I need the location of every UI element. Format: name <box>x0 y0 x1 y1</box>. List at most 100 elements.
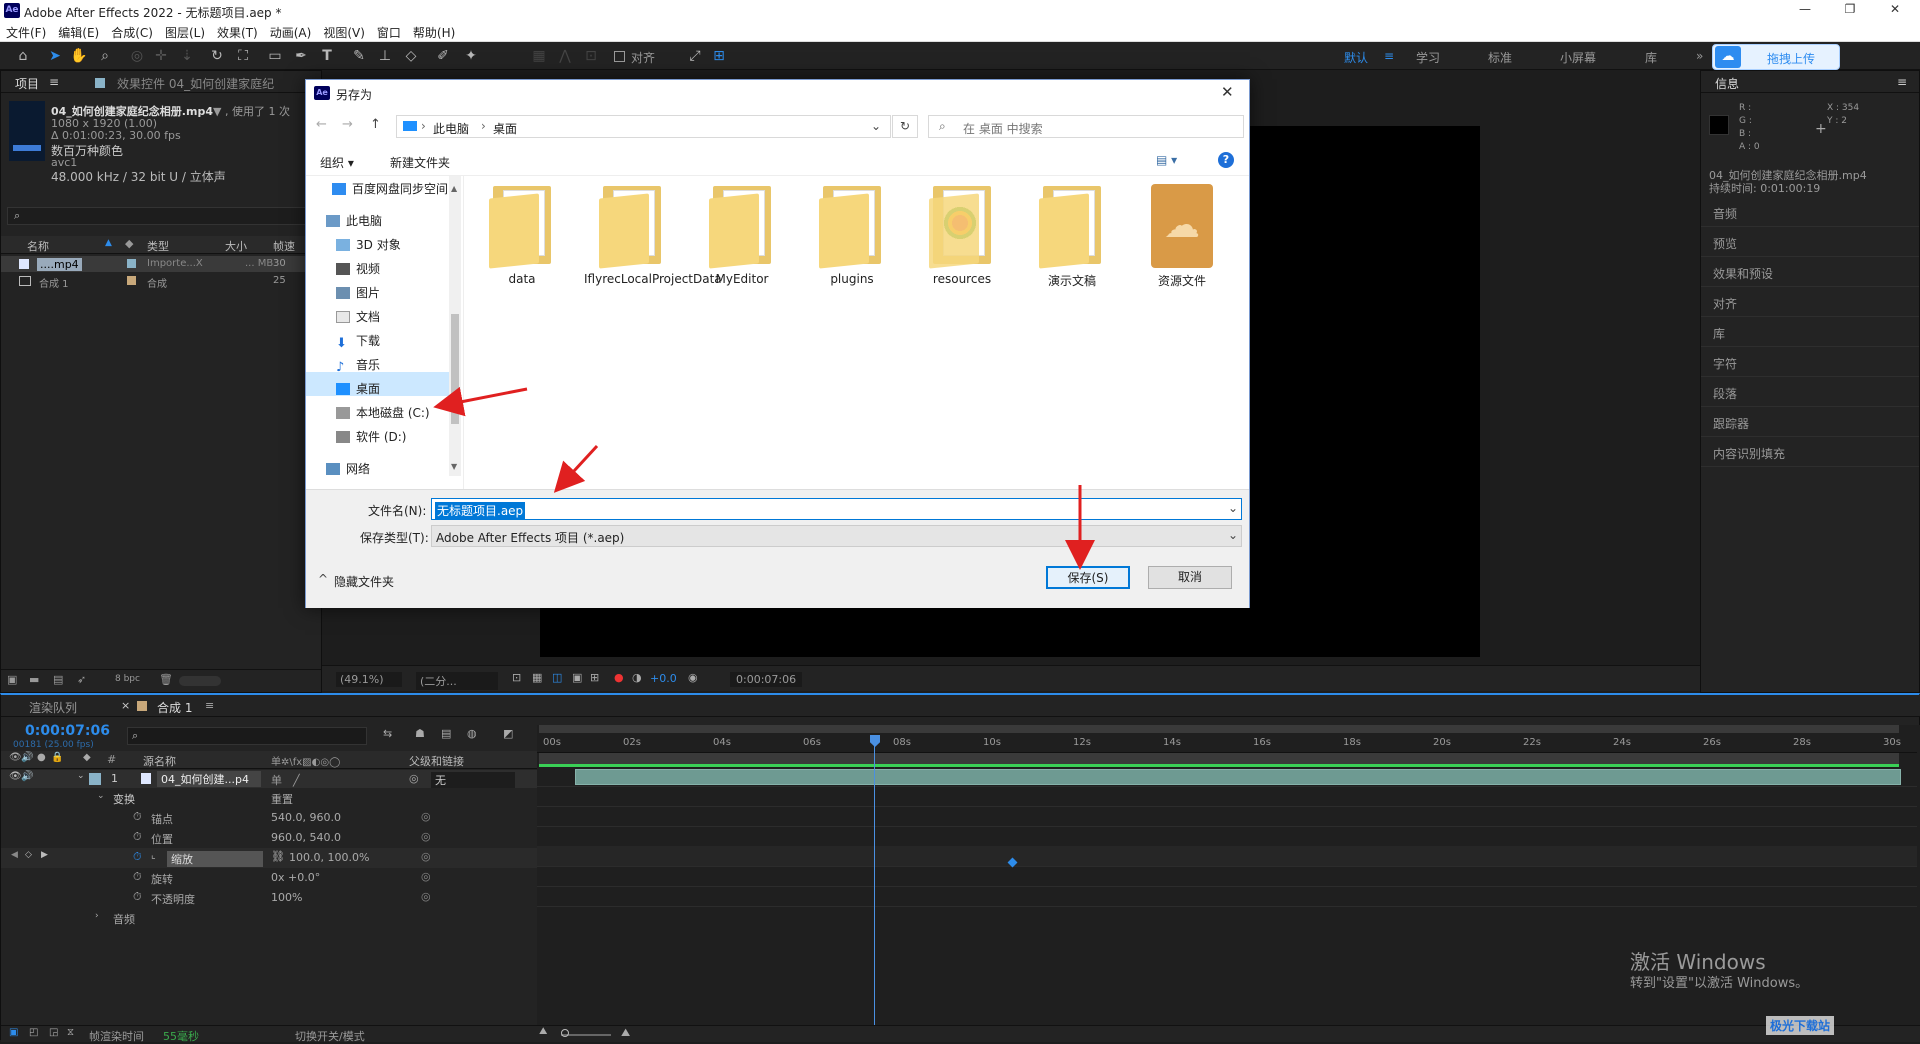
next-keyframe-icon[interactable]: ▶ <box>41 850 48 860</box>
col-name[interactable]: 名称 <box>27 238 49 254</box>
back-icon[interactable]: ← <box>316 117 327 132</box>
motion-blur-icon[interactable]: ◍ <box>467 727 477 740</box>
col-size[interactable]: 大小 <box>225 238 247 254</box>
address-bar[interactable]: › 此电脑 › 桌面 ⌄ <box>396 115 891 138</box>
eraser-icon[interactable]: ◇ <box>402 47 420 65</box>
panel-menu-icon[interactable]: ≡ <box>1897 75 1907 89</box>
view-options-icon[interactable]: ▤ ▾ <box>1156 153 1177 167</box>
panel-preview[interactable]: 预览 <box>1701 227 1919 257</box>
panel-menu-icon[interactable]: ≡ <box>49 75 59 89</box>
nav-videos[interactable]: 视频 <box>336 256 484 280</box>
menu-help[interactable]: 帮助(H) <box>407 22 461 43</box>
workspace-small-screen[interactable]: 小屏幕 <box>1560 49 1596 66</box>
property-value[interactable]: 0x +0.0° <box>271 871 320 884</box>
scroll-thumb[interactable] <box>451 314 459 424</box>
nav-desktop[interactable]: 桌面 <box>336 376 484 400</box>
menu-layer[interactable]: 图层(L) <box>159 22 211 43</box>
clone-stamp-icon[interactable]: ⊥ <box>376 47 394 65</box>
twirl-open-icon[interactable]: ⌄ <box>77 771 85 781</box>
home-icon[interactable]: ⌂ <box>14 47 32 65</box>
audio-icon[interactable]: 🔊 <box>21 771 33 782</box>
layer-switches[interactable]: 单 ╱ <box>271 772 300 788</box>
exposure-reset-icon[interactable]: ◑ <box>632 671 642 684</box>
add-keyframe-icon[interactable]: ◇ <box>25 850 32 860</box>
axis-local-icon[interactable]: ▦ <box>530 47 548 65</box>
zoom-select[interactable]: (49.1%) <box>336 672 402 687</box>
workspace-standard[interactable]: 标准 <box>1488 49 1512 66</box>
menu-view[interactable]: 视图(V) <box>317 22 371 43</box>
constrain-proportions-icon[interactable]: ⛓ <box>271 850 285 863</box>
up-icon[interactable]: ↑ <box>370 117 381 132</box>
panel-content-aware-fill[interactable]: 内容识别填充 <box>1701 437 1919 467</box>
render-icon[interactable]: ➶ <box>77 673 86 686</box>
transfer-controls-icon[interactable]: ◰ <box>29 1027 38 1038</box>
chevron-down-icon[interactable]: ⌄ <box>871 119 881 133</box>
menu-file[interactable]: 文件(F) <box>0 22 52 43</box>
folder-item[interactable]: 演示文稿 <box>1024 180 1120 289</box>
solo-icon[interactable]: ● <box>37 752 46 763</box>
chevron-up-icon[interactable]: ^ <box>318 572 328 586</box>
menu-edit[interactable]: 编辑(E) <box>52 22 105 43</box>
pan-tool-icon[interactable]: ✛ <box>152 47 170 65</box>
label-icon[interactable]: ◆ <box>83 752 91 763</box>
expression-icon[interactable]: ◎ <box>421 810 431 823</box>
render-time-icon[interactable]: ⧖ <box>67 1027 74 1038</box>
graph-icon[interactable]: ⌞ <box>151 850 156 861</box>
timeline-timecode[interactable]: 0:00:07:06 <box>25 723 110 739</box>
axis-view-icon[interactable]: ⊡ <box>582 47 600 65</box>
property-value[interactable]: 100.0, 100.0% <box>289 851 369 864</box>
breadcrumb-this-pc[interactable]: 此电脑 <box>433 120 469 137</box>
save-button[interactable]: 保存(S) <box>1046 566 1130 589</box>
menu-effect[interactable]: 效果(T) <box>211 22 264 43</box>
workspace-library[interactable]: 库 <box>1645 49 1657 66</box>
menu-window[interactable]: 窗口 <box>371 22 407 43</box>
property-value[interactable]: 100% <box>271 891 302 904</box>
switches-icons[interactable]: 单✲\fx▨◐◎◯ <box>271 753 340 768</box>
panel-character[interactable]: 字符 <box>1701 347 1919 377</box>
zoom-tool-icon[interactable]: ⌕ <box>96 47 114 65</box>
work-area-bar[interactable] <box>539 725 1899 733</box>
work-area-range[interactable] <box>539 753 1899 767</box>
align-checkbox[interactable] <box>614 51 625 62</box>
panel-menu-icon[interactable]: ≡ <box>205 699 214 712</box>
bpc-label[interactable]: 8 bpc <box>115 674 140 684</box>
transparency-grid-icon[interactable]: ▦ <box>532 671 542 684</box>
expression-icon[interactable]: ◎ <box>421 850 431 863</box>
stopwatch-active-icon[interactable]: ⏱ <box>133 850 142 864</box>
cancel-button[interactable]: 取消 <box>1148 566 1232 589</box>
close-icon[interactable]: ✕ <box>1221 83 1234 101</box>
panel-align[interactable]: 对齐 <box>1701 287 1919 317</box>
text-tool-icon[interactable]: T <box>318 47 336 65</box>
workspace-overflow-icon[interactable]: » <box>1696 49 1703 63</box>
folder-item[interactable]: MyEditor <box>694 180 790 286</box>
toggle-switches-modes[interactable]: 切换开关/模式 <box>295 1028 365 1044</box>
stopwatch-icon[interactable]: ⏱ <box>133 890 142 904</box>
exposure-value[interactable]: +0.0 <box>650 672 677 685</box>
twirl-open-icon[interactable]: ⌄ <box>97 791 105 801</box>
filetype-select[interactable]: Adobe After Effects 项目 (*.aep) ⌄ <box>431 525 1242 547</box>
panel-tracker[interactable]: 跟踪器 <box>1701 407 1919 437</box>
transform-group[interactable]: 变换 <box>113 791 135 807</box>
layer-row[interactable]: 👁 🔊 ⌄ 1 04_如何创建...p4 单 ╱ ◎ 无 <box>1 770 537 788</box>
label-icon[interactable]: ◆ <box>125 237 133 250</box>
snapshot-icon[interactable]: ◉ <box>688 671 698 684</box>
tab-render-queue[interactable]: 渲染队列 <box>29 699 77 716</box>
stopwatch-icon[interactable]: ⏱ <box>133 870 142 884</box>
stopwatch-icon[interactable]: ⏱ <box>133 830 142 844</box>
pickwhip-icon[interactable]: ◎ <box>409 772 419 785</box>
panel-effects-presets[interactable]: 效果和预设 <box>1701 257 1919 287</box>
comp-flow-icon[interactable]: ⇆ <box>383 727 392 740</box>
scroll-down-icon[interactable]: ▼ <box>451 462 457 471</box>
chevron-down-icon[interactable]: ⌄ <box>1228 501 1238 515</box>
zoom-out-icon[interactable]: ⛰ <box>539 1026 547 1037</box>
property-value[interactable]: 960.0, 540.0 <box>271 831 341 844</box>
nav-downloads[interactable]: ⬇ 下载 <box>336 328 484 352</box>
hand-tool-icon[interactable]: ✋ <box>70 47 88 65</box>
tab-comp-1[interactable]: 合成 1 <box>157 699 192 716</box>
resolution-select[interactable]: (二分... <box>416 672 498 690</box>
panel-audio[interactable]: 音频 <box>1701 197 1919 227</box>
panel-paragraph[interactable]: 段落 <box>1701 377 1919 407</box>
menu-animation[interactable]: 动画(A) <box>264 22 318 43</box>
visibility-icon[interactable]: 👁 <box>9 771 22 782</box>
timeline-search-input[interactable]: ⌕ <box>127 727 367 745</box>
